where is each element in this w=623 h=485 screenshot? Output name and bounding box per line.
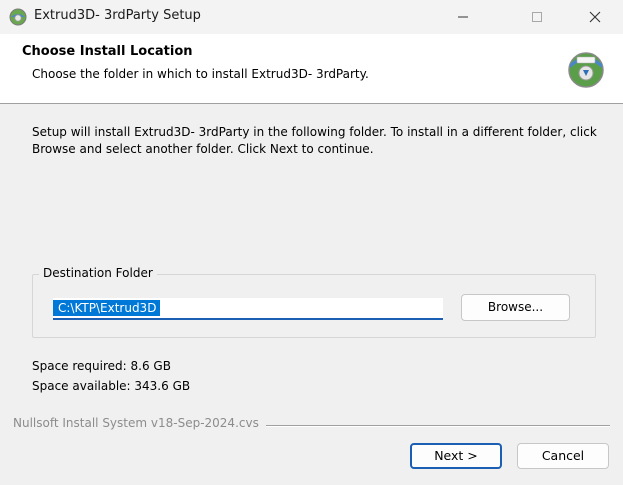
space-available-text: Space available: 343.6 GB [32,379,191,393]
installer-app-icon [9,8,27,26]
branding-text: Nullsoft Install System v18-Sep-2024.cvs [13,416,259,430]
install-description: Setup will install Extrud3D- 3rdParty in… [32,125,597,156]
installer-logo-icon [565,48,607,90]
page-subtitle: Choose the folder in which to install Ex… [32,67,369,81]
destination-folder-label: Destination Folder [39,266,157,280]
maximize-icon [532,12,542,22]
minimize-icon [458,16,468,18]
close-icon [589,11,601,23]
branding-divider [266,425,610,427]
destination-path-value: C:\KTP\Extrud3D [53,300,161,316]
page-header: Choose Install Location Choose the folde… [0,34,623,104]
destination-path-input[interactable]: C:\KTP\Extrud3D [53,298,443,320]
window-title: Extrud3D- 3rdParty Setup [34,8,201,23]
minimize-button[interactable] [440,0,486,34]
next-button[interactable]: Next > [410,443,502,469]
cancel-button[interactable]: Cancel [517,443,609,469]
installer-window: Extrud3D- 3rdParty Setup Choose Install … [0,0,623,485]
close-button[interactable] [572,0,618,34]
destination-folder-group: Destination Folder C:\KTP\Extrud3D Brows… [32,266,596,338]
maximize-button[interactable] [514,0,560,34]
space-required-text: Space required: 8.6 GB [32,359,171,373]
page-title: Choose Install Location [22,44,193,59]
browse-button[interactable]: Browse... [461,294,570,321]
title-bar[interactable]: Extrud3D- 3rdParty Setup [0,0,623,34]
